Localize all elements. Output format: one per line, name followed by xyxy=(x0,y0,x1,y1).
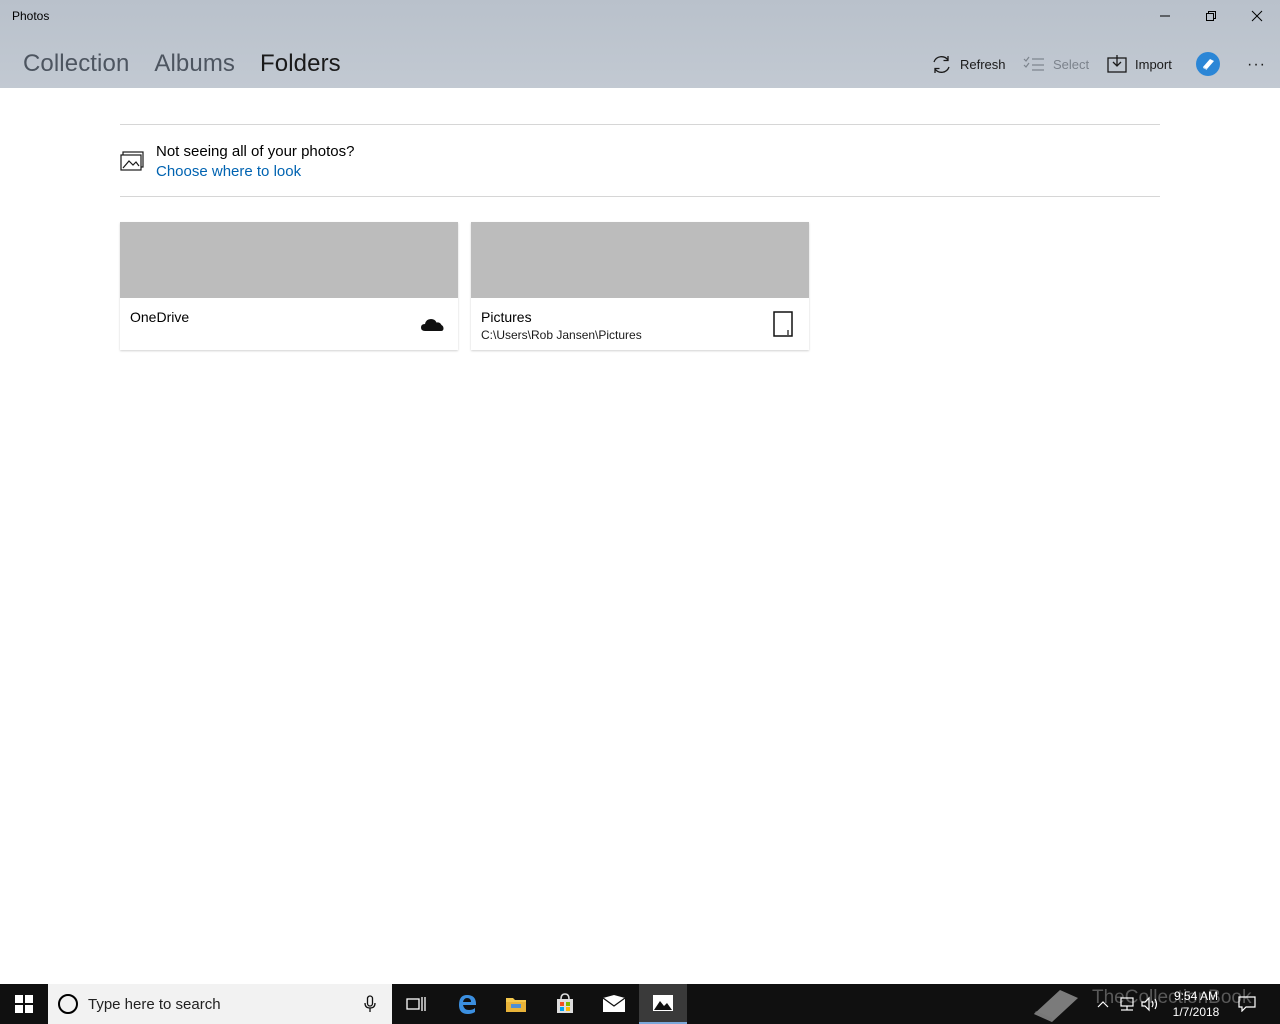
select-list-icon xyxy=(1023,56,1045,72)
task-view-icon xyxy=(406,997,426,1011)
notification-icon xyxy=(1238,996,1256,1012)
tab-collection[interactable]: Collection xyxy=(23,50,129,78)
clock-time: 9:54 AM xyxy=(1173,989,1219,1003)
microphone-icon[interactable] xyxy=(364,995,376,1018)
clock-date: 1/7/2018 xyxy=(1172,1005,1220,1019)
photos-app-icon xyxy=(653,995,673,1011)
folder-path: C:\Users\Rob Jansen\Pictures xyxy=(481,328,642,342)
watermark-logo xyxy=(1030,984,1082,1024)
divider-bottom xyxy=(120,196,1160,197)
windows-logo-icon xyxy=(15,995,33,1013)
photos-app-button[interactable] xyxy=(639,984,687,1024)
restore-icon xyxy=(1206,11,1216,21)
folder-icon xyxy=(506,998,526,1012)
hint-text: Not seeing all of your photos? xyxy=(156,143,355,160)
mail-button[interactable] xyxy=(590,984,638,1024)
folder-thumbnail xyxy=(120,222,458,298)
folder-card-pictures[interactable]: Pictures C:\Users\Rob Jansen\Pictures xyxy=(471,222,809,350)
action-center-button[interactable] xyxy=(1238,984,1256,1024)
divider-top xyxy=(120,124,1160,125)
app-header: Photos Collection Albums Folders Refresh… xyxy=(0,0,1280,88)
system-clock[interactable]: 9:54 AM 1/7/2018 xyxy=(1164,988,1228,1020)
device-icon xyxy=(773,311,793,342)
network-button[interactable] xyxy=(1118,984,1136,1024)
store-button[interactable] xyxy=(541,984,589,1024)
close-icon xyxy=(1251,10,1263,22)
mail-icon xyxy=(602,995,626,1012)
speaker-icon xyxy=(1141,996,1158,1012)
search-placeholder: Type here to search xyxy=(88,996,221,1013)
refresh-button[interactable]: Refresh xyxy=(931,52,1006,76)
folder-name: Pictures xyxy=(481,309,532,325)
edge-icon xyxy=(459,995,476,1014)
show-hidden-icons-button[interactable] xyxy=(1096,984,1110,1024)
minimize-icon xyxy=(1160,15,1170,17)
folder-card-onedrive[interactable]: OneDrive xyxy=(120,222,458,350)
store-bag-icon xyxy=(557,993,573,1013)
restore-button[interactable] xyxy=(1188,0,1234,32)
window-title: Photos xyxy=(12,9,50,23)
taskbar: Type here to search TheCollectionBook 9:… xyxy=(0,984,1280,1024)
book-icon xyxy=(1203,59,1214,70)
refresh-label: Refresh xyxy=(960,56,1006,72)
view-tabs: Collection Albums Folders xyxy=(23,50,366,78)
close-button[interactable] xyxy=(1234,0,1280,32)
file-explorer-button[interactable] xyxy=(492,984,540,1024)
start-button[interactable] xyxy=(0,984,48,1024)
folder-name: OneDrive xyxy=(130,309,190,325)
edge-button[interactable] xyxy=(443,984,491,1024)
tab-folders[interactable]: Folders xyxy=(260,50,341,78)
volume-button[interactable] xyxy=(1140,984,1160,1024)
photos-icon xyxy=(120,151,144,176)
chevron-up-icon xyxy=(1097,1001,1109,1008)
account-avatar[interactable] xyxy=(1196,52,1220,76)
more-options-button[interactable]: ··· xyxy=(1247,56,1267,73)
cortana-icon xyxy=(58,994,78,1014)
minimize-button[interactable] xyxy=(1142,0,1188,32)
select-button[interactable]: Select xyxy=(1023,52,1089,76)
network-icon xyxy=(1120,997,1134,1011)
choose-where-to-look-link[interactable]: Choose where to look xyxy=(156,163,301,180)
import-button[interactable]: Import xyxy=(1107,52,1172,76)
task-view-button[interactable] xyxy=(392,984,440,1024)
select-label: Select xyxy=(1053,56,1090,72)
tab-albums[interactable]: Albums xyxy=(154,50,235,78)
import-icon xyxy=(1107,55,1127,73)
folder-thumbnail xyxy=(471,222,809,298)
taskbar-search-box[interactable]: Type here to search xyxy=(48,984,392,1024)
book-logo-icon xyxy=(1034,990,1078,1022)
import-label: Import xyxy=(1135,56,1172,72)
cloud-icon xyxy=(420,316,444,337)
refresh-icon xyxy=(931,54,952,75)
